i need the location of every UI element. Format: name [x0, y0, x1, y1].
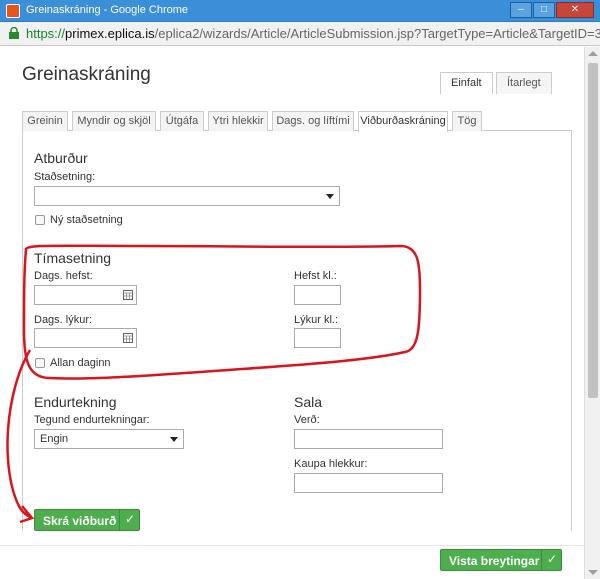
window-title: Greinaskráning - Google Chrome: [26, 4, 189, 16]
price-label: Verð:: [294, 414, 320, 426]
buy-link-label: Kaupa hlekkur:: [294, 458, 368, 470]
recurrence-type-value: Engin: [40, 433, 69, 445]
save-changes-label: Vista breytingar: [449, 554, 540, 568]
location-label: Staðsetning:: [34, 171, 96, 183]
calendar-icon[interactable]: [123, 290, 133, 300]
end-date-label: Dags. lýkur:: [34, 314, 93, 326]
start-time-label: Hefst kl.:: [294, 270, 337, 282]
wizard-tabs: Greinin Myndir og skjöl Útgáfa Ytri hlek…: [22, 109, 572, 132]
url-path: /eplica2/wizards/Article/ArticleSubmissi…: [154, 26, 600, 41]
check-icon: ✓: [125, 512, 136, 526]
url-scheme: https://: [26, 26, 66, 41]
close-window-button[interactable]: ✕: [556, 2, 594, 18]
timing-section-title: Tímasetning: [34, 250, 112, 266]
scroll-up-arrow-icon[interactable]: [588, 51, 598, 56]
app-favicon-icon: [6, 4, 20, 18]
button-divider: [541, 550, 542, 570]
all-day-label: Allan daginn: [50, 357, 111, 369]
vertical-scrollbar[interactable]: [584, 47, 600, 579]
mode-tab-advanced[interactable]: Ítarlegt: [496, 72, 552, 94]
calendar-icon[interactable]: [123, 333, 133, 343]
url-host: primex.eplica.is: [65, 26, 155, 41]
minimize-button[interactable]: –: [510, 2, 532, 18]
save-changes-button[interactable]: Vista breytingar ✓: [440, 549, 562, 571]
tab-images-files[interactable]: Myndir og skjöl: [72, 111, 156, 131]
recurrence-section-title: Endurtekning: [34, 394, 117, 410]
tab-publishing[interactable]: Útgáfa: [160, 111, 204, 131]
recurrence-type-label: Tegund endurtekningar:: [34, 414, 150, 426]
new-location-checkbox[interactable]: [35, 215, 45, 225]
tab-tags[interactable]: Tög: [452, 111, 482, 131]
tab-dates-lifetime[interactable]: Dags. og líftími: [272, 111, 354, 131]
buy-link-input[interactable]: [294, 473, 443, 493]
footer-divider: [0, 545, 584, 546]
page-content: Greinaskráning Einfalt Ítarlegt Greinin …: [0, 47, 600, 579]
end-time-input[interactable]: [294, 328, 341, 348]
location-select[interactable]: [34, 186, 340, 206]
register-event-button[interactable]: Skrá viðburð ✓: [34, 509, 140, 531]
url-text[interactable]: https://primex.eplica.is/eplica2/wizards…: [26, 26, 600, 41]
end-time-label: Lýkur kl.:: [294, 314, 339, 326]
tab-external-links[interactable]: Ytri hlekkir: [208, 111, 268, 131]
scroll-down-arrow-icon[interactable]: [588, 570, 598, 575]
start-date-label: Dags. hefst:: [34, 270, 93, 282]
scrollbar-thumb[interactable]: [588, 63, 598, 398]
start-time-input[interactable]: [294, 285, 341, 305]
address-bar[interactable]: https://primex.eplica.is/eplica2/wizards…: [0, 22, 600, 46]
start-date-input[interactable]: [34, 285, 137, 305]
chevron-down-icon: [170, 437, 178, 442]
event-section-title: Atburður: [34, 150, 88, 166]
dialog-title: Greinaskráning: [22, 64, 151, 85]
window-titlebar: Greinaskráning - Google Chrome – □ ✕: [0, 0, 600, 22]
new-location-label: Ný staðsetning: [50, 214, 123, 226]
sales-section-title: Sala: [294, 394, 323, 410]
maximize-button[interactable]: □: [533, 2, 555, 18]
button-divider: [119, 510, 120, 530]
mode-tab-simple[interactable]: Einfalt: [440, 72, 493, 94]
chevron-down-icon: [326, 194, 334, 199]
register-event-label: Skrá viðburð: [43, 514, 117, 528]
all-day-checkbox[interactable]: [35, 358, 45, 368]
lock-icon: [9, 27, 19, 39]
end-date-input[interactable]: [34, 328, 137, 348]
price-input[interactable]: [294, 429, 443, 449]
tab-article[interactable]: Greinin: [22, 111, 68, 131]
recurrence-type-select[interactable]: Engin: [34, 429, 184, 449]
check-icon: ✓: [547, 552, 558, 566]
tab-event-registration[interactable]: Viðburðaskráning: [358, 111, 448, 132]
